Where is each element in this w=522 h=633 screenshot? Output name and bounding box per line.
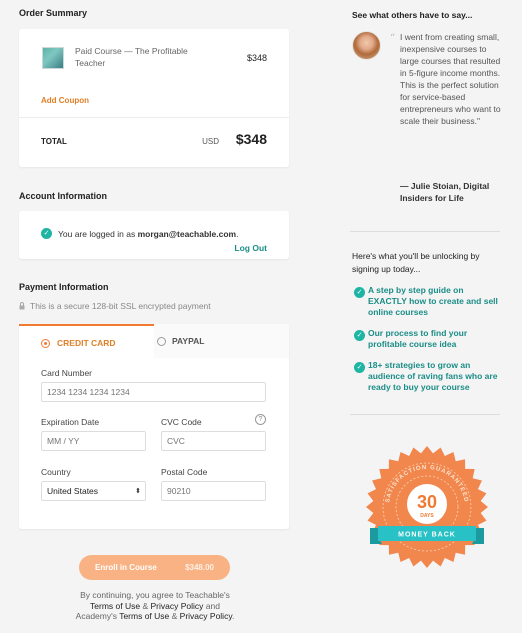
- academy-privacy-link[interactable]: Privacy Policy: [180, 611, 232, 621]
- expiration-input[interactable]: [41, 431, 146, 451]
- check-icon: ✓: [354, 330, 365, 341]
- logged-in-suffix: .: [236, 229, 239, 239]
- tab-paypal[interactable]: PAYPAL: [154, 324, 289, 358]
- divider: [350, 231, 500, 232]
- academy-terms-link[interactable]: Terms of Use: [119, 611, 169, 621]
- agreement-end: .: [231, 611, 235, 621]
- benefit-item: A step by step guide on EXACTLY how to c…: [368, 285, 498, 317]
- divider: [350, 414, 500, 415]
- testimonial-quote: I went from creating small, inexpensive …: [400, 32, 501, 126]
- benefit-item: Our process to find your profitable cour…: [368, 328, 468, 349]
- badge-days: DAYS: [420, 513, 434, 519]
- add-coupon-link[interactable]: Add Coupon: [41, 96, 89, 105]
- tab-credit-card-label: CREDIT CARD: [57, 338, 116, 348]
- cvc-input[interactable]: [161, 431, 266, 451]
- radio-paypal[interactable]: [157, 337, 166, 346]
- agreement-amp1: &: [140, 600, 151, 611]
- account-card: ✓ You are logged in as morgan@teachable.…: [19, 211, 289, 259]
- badge-number: 30: [417, 492, 437, 512]
- testimonial-title: See what others have to say...: [352, 10, 473, 20]
- enroll-label: Enroll in Course: [95, 563, 157, 572]
- tab-paypal-label: PAYPAL: [172, 336, 205, 346]
- agreement-text: By continuing, you agree to Teachable's …: [40, 590, 270, 622]
- order-summary-card: Paid Course — The Profitable Teacher $34…: [19, 29, 289, 167]
- total-currency: USD: [202, 137, 219, 146]
- select-arrows-icon: ⬍: [135, 487, 141, 495]
- country-value: United States: [47, 486, 99, 496]
- payment-card: CREDIT CARD PAYPAL Card Number Expiratio…: [19, 324, 289, 529]
- product-price: $348: [246, 53, 267, 63]
- course-thumbnail: [42, 47, 64, 69]
- postal-input[interactable]: [161, 481, 266, 501]
- badge-ribbon-text: MONEY BACK: [398, 532, 456, 539]
- logged-in-text: You are logged in as morgan@teachable.co…: [58, 229, 238, 239]
- total-amount: $348: [235, 131, 267, 147]
- agreement-line1: By continuing, you agree to Teachable's: [80, 590, 230, 600]
- check-icon: ✓: [41, 228, 52, 239]
- tab-credit-card[interactable]: CREDIT CARD: [19, 324, 154, 358]
- benefit-item: 18+ strategies to grow an audience of ra…: [368, 360, 498, 392]
- payment-tabs: CREDIT CARD PAYPAL: [19, 324, 289, 358]
- lock-icon: [19, 302, 25, 310]
- testimonial-author: — Julie Stoian, Digital Insiders for Lif…: [400, 181, 490, 203]
- help-icon[interactable]: ?: [255, 414, 266, 425]
- country-label: Country: [41, 467, 71, 477]
- order-summary-title: Order Summary: [19, 8, 88, 18]
- enroll-amount: $348.00: [185, 563, 214, 572]
- expiration-label: Expiration Date: [41, 417, 100, 427]
- product-name: Paid Course — The Profitable Teacher: [75, 46, 188, 68]
- total-label: TOTAL: [41, 137, 67, 146]
- check-icon: ✓: [354, 287, 365, 298]
- agreement-and: and: [203, 600, 220, 611]
- enroll-button[interactable]: Enroll in Course $348.00: [79, 555, 230, 580]
- agreement-amp2: &: [169, 611, 180, 621]
- check-icon: ✓: [354, 362, 365, 373]
- agreement-academy: Academy's: [75, 611, 120, 621]
- money-back-badge: SATISFACTION GUARANTEED 30 DAYS MONEY BA…: [366, 446, 488, 568]
- account-email: morgan@teachable.com: [137, 229, 237, 239]
- payment-title: Payment Information: [19, 282, 109, 292]
- postal-label: Postal Code: [161, 467, 208, 477]
- radio-credit-card[interactable]: [41, 339, 50, 348]
- country-select[interactable]: United States ⬍: [41, 481, 146, 501]
- card-number-label: Card Number: [41, 368, 93, 378]
- cvc-label: CVC Code: [161, 417, 202, 427]
- logout-link[interactable]: Log Out: [234, 243, 267, 253]
- unlocking-title: Here's what you'll be unlocking by signi…: [352, 251, 480, 274]
- quote-icon: “: [390, 33, 396, 44]
- teachable-privacy-link[interactable]: Privacy Policy: [151, 601, 204, 611]
- teachable-terms-link[interactable]: Terms of Use: [90, 601, 140, 611]
- divider: [19, 117, 289, 118]
- card-number-input[interactable]: [41, 382, 266, 402]
- secure-payment-text: This is a secure 128-bit SSL encrypted p…: [30, 301, 211, 311]
- account-title: Account Information: [19, 191, 107, 201]
- avatar: [352, 31, 381, 60]
- logged-in-prefix: You are logged in as: [58, 229, 138, 239]
